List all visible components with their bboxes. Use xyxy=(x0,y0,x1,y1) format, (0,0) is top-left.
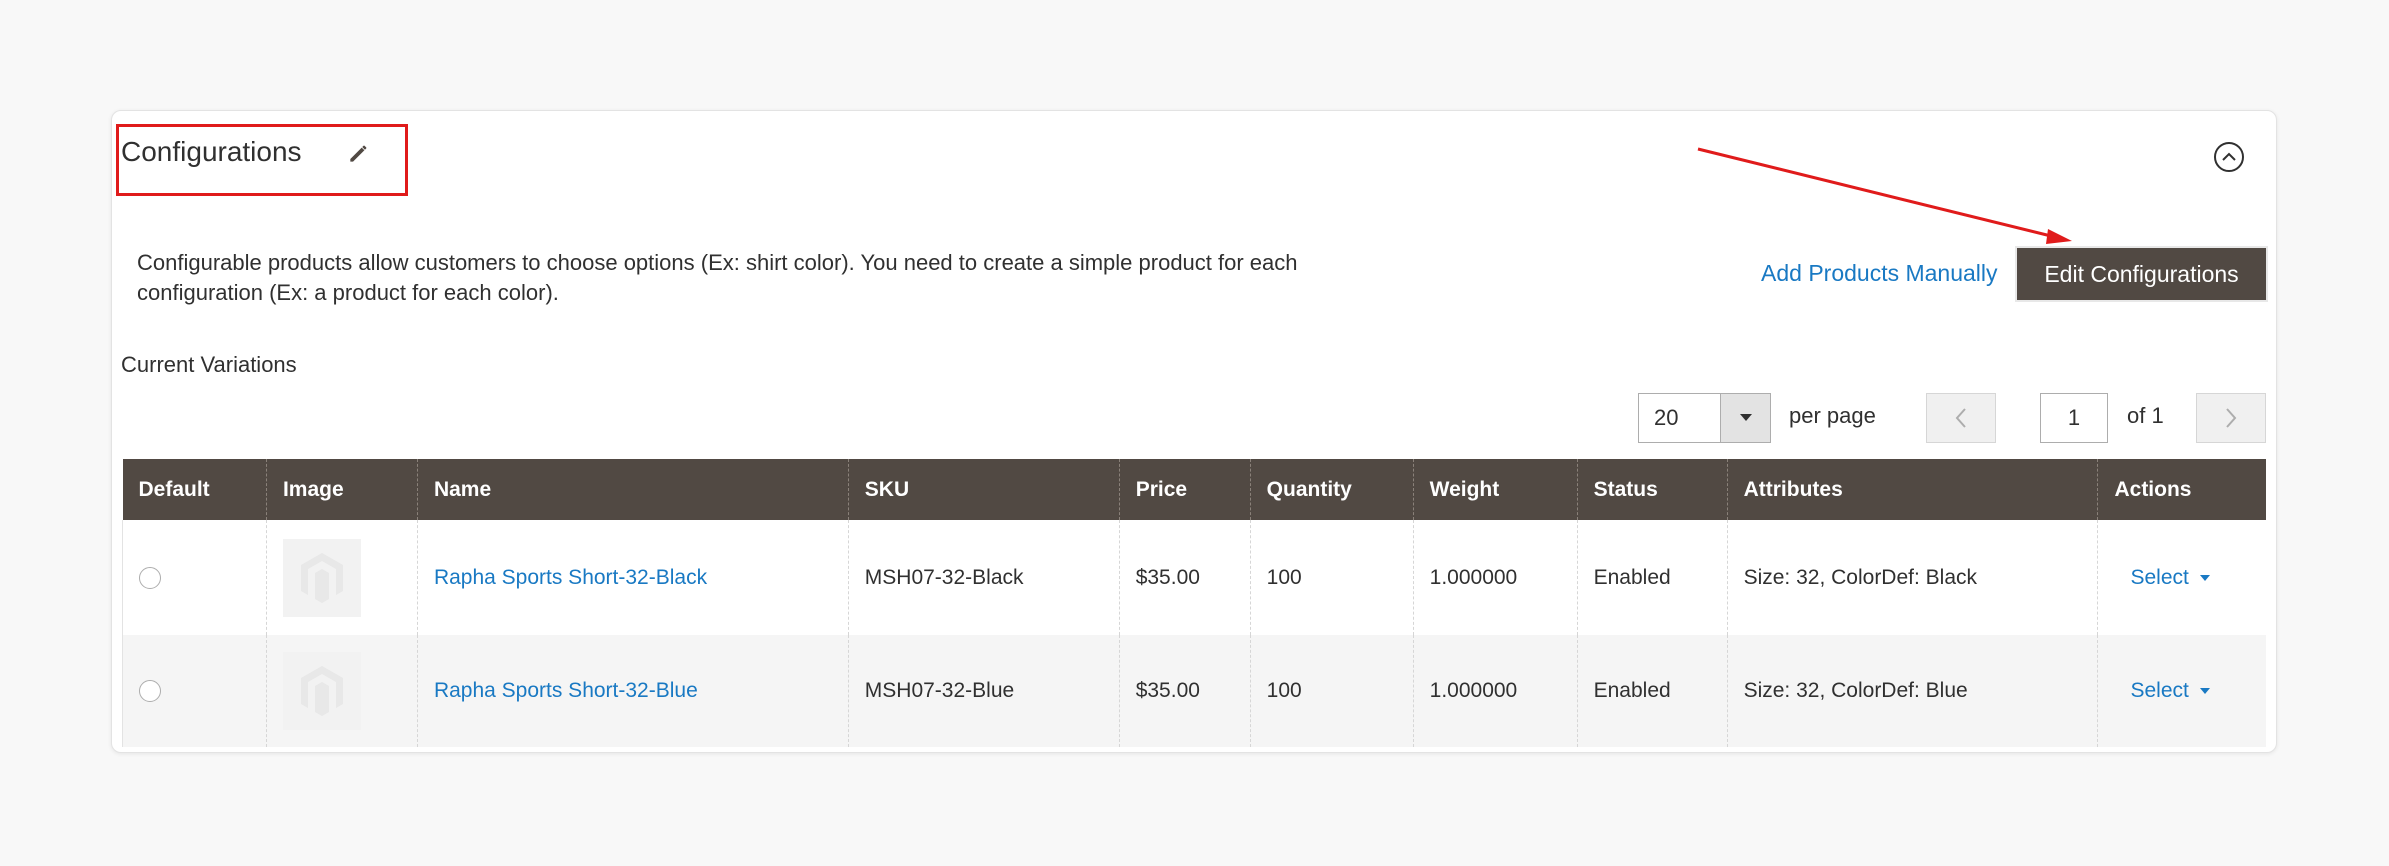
row-actions-select[interactable]: Select xyxy=(2114,566,2210,590)
per-page-label: per page xyxy=(1789,403,1876,428)
column-header[interactable]: Image xyxy=(265,459,418,520)
column-header[interactable]: Quantity xyxy=(1249,459,1414,520)
select-label: Select xyxy=(2130,679,2189,702)
default-radio[interactable] xyxy=(139,680,161,702)
row-actions-select[interactable]: Select xyxy=(2114,679,2210,703)
attributes-cell: Size: 32, ColorDef: Black xyxy=(1726,520,2098,635)
actions-cell: Select xyxy=(2097,520,2266,635)
actions-cell: Select xyxy=(2097,635,2266,747)
price-cell: $35.00 xyxy=(1118,635,1251,747)
caret-down-icon xyxy=(1739,414,1752,421)
table-row: Rapha Sports Short-32-Blue MSH07-32-Blue… xyxy=(122,635,2266,747)
sku-cell: MSH07-32-Blue xyxy=(847,635,1120,747)
product-thumbnail[interactable] xyxy=(282,538,361,617)
product-name-link[interactable]: Rapha Sports Short-32-Black xyxy=(434,566,707,589)
configurations-description: Configurable products allow customers to… xyxy=(137,250,1298,305)
default-radio[interactable] xyxy=(139,566,161,589)
column-header[interactable]: Attributes xyxy=(1726,459,2098,520)
column-header[interactable]: SKU xyxy=(847,459,1120,520)
chevron-right-icon xyxy=(2226,408,2237,428)
caret-down-icon xyxy=(2199,574,2210,581)
status-cell: Enabled xyxy=(1576,635,1728,747)
caret-down-icon xyxy=(2199,688,2210,694)
column-header[interactable]: Status xyxy=(1576,459,1728,520)
image-cell xyxy=(265,635,418,747)
table-row: Rapha Sports Short-32-Black MSH07-32-Bla… xyxy=(122,520,2266,635)
name-cell: Rapha Sports Short-32-Blue xyxy=(416,635,849,747)
chevron-left-icon xyxy=(1955,408,1966,428)
product-thumbnail[interactable] xyxy=(282,652,361,730)
current-variations-heading: Current Variations xyxy=(121,352,297,377)
column-header[interactable]: Actions xyxy=(2097,459,2266,520)
product-name-link[interactable]: Rapha Sports Short-32-Blue xyxy=(434,679,698,702)
attributes-cell: Size: 32, ColorDef: Blue xyxy=(1726,635,2098,747)
annotation-highlight-box xyxy=(116,124,408,196)
name-cell: Rapha Sports Short-32-Black xyxy=(416,520,849,635)
column-header[interactable]: Default xyxy=(122,459,267,520)
add-products-manually-link[interactable]: Add Products Manually xyxy=(1761,260,1998,287)
select-label: Select xyxy=(2130,565,2189,589)
next-page-button[interactable] xyxy=(2196,393,2266,443)
variations-table: Default Image Name SKU Price Quantity We… xyxy=(122,459,2266,747)
weight-cell: 1.000000 xyxy=(1412,520,1578,635)
quantity-cell: 100 xyxy=(1249,635,1414,747)
magento-logo-icon xyxy=(300,666,343,716)
chevron-up-circle-icon[interactable] xyxy=(2213,141,2245,173)
table-header-row: Default Image Name SKU Price Quantity We… xyxy=(122,459,2266,520)
default-cell xyxy=(122,520,267,635)
total-pages-label: of 1 xyxy=(2127,403,2164,428)
per-page-value: 20 xyxy=(1654,405,1679,430)
sku-cell: MSH07-32-Black xyxy=(847,520,1120,635)
current-page-input[interactable] xyxy=(2040,393,2108,443)
column-header[interactable]: Price xyxy=(1118,459,1251,520)
column-header[interactable]: Name xyxy=(416,459,849,520)
prev-page-button[interactable] xyxy=(1926,393,1996,443)
weight-cell: 1.000000 xyxy=(1412,635,1578,747)
column-header[interactable]: Weight xyxy=(1412,459,1578,520)
image-cell xyxy=(265,520,418,635)
per-page-toggle[interactable] xyxy=(1720,394,1770,442)
magento-logo-icon xyxy=(300,552,343,603)
per-page-select[interactable]: 20 xyxy=(1638,393,1771,443)
default-cell xyxy=(122,635,267,747)
price-cell: $35.00 xyxy=(1118,520,1251,635)
edit-configurations-button[interactable]: Edit Configurations xyxy=(2017,248,2266,300)
status-cell: Enabled xyxy=(1576,520,1728,635)
quantity-cell: 100 xyxy=(1249,520,1414,635)
